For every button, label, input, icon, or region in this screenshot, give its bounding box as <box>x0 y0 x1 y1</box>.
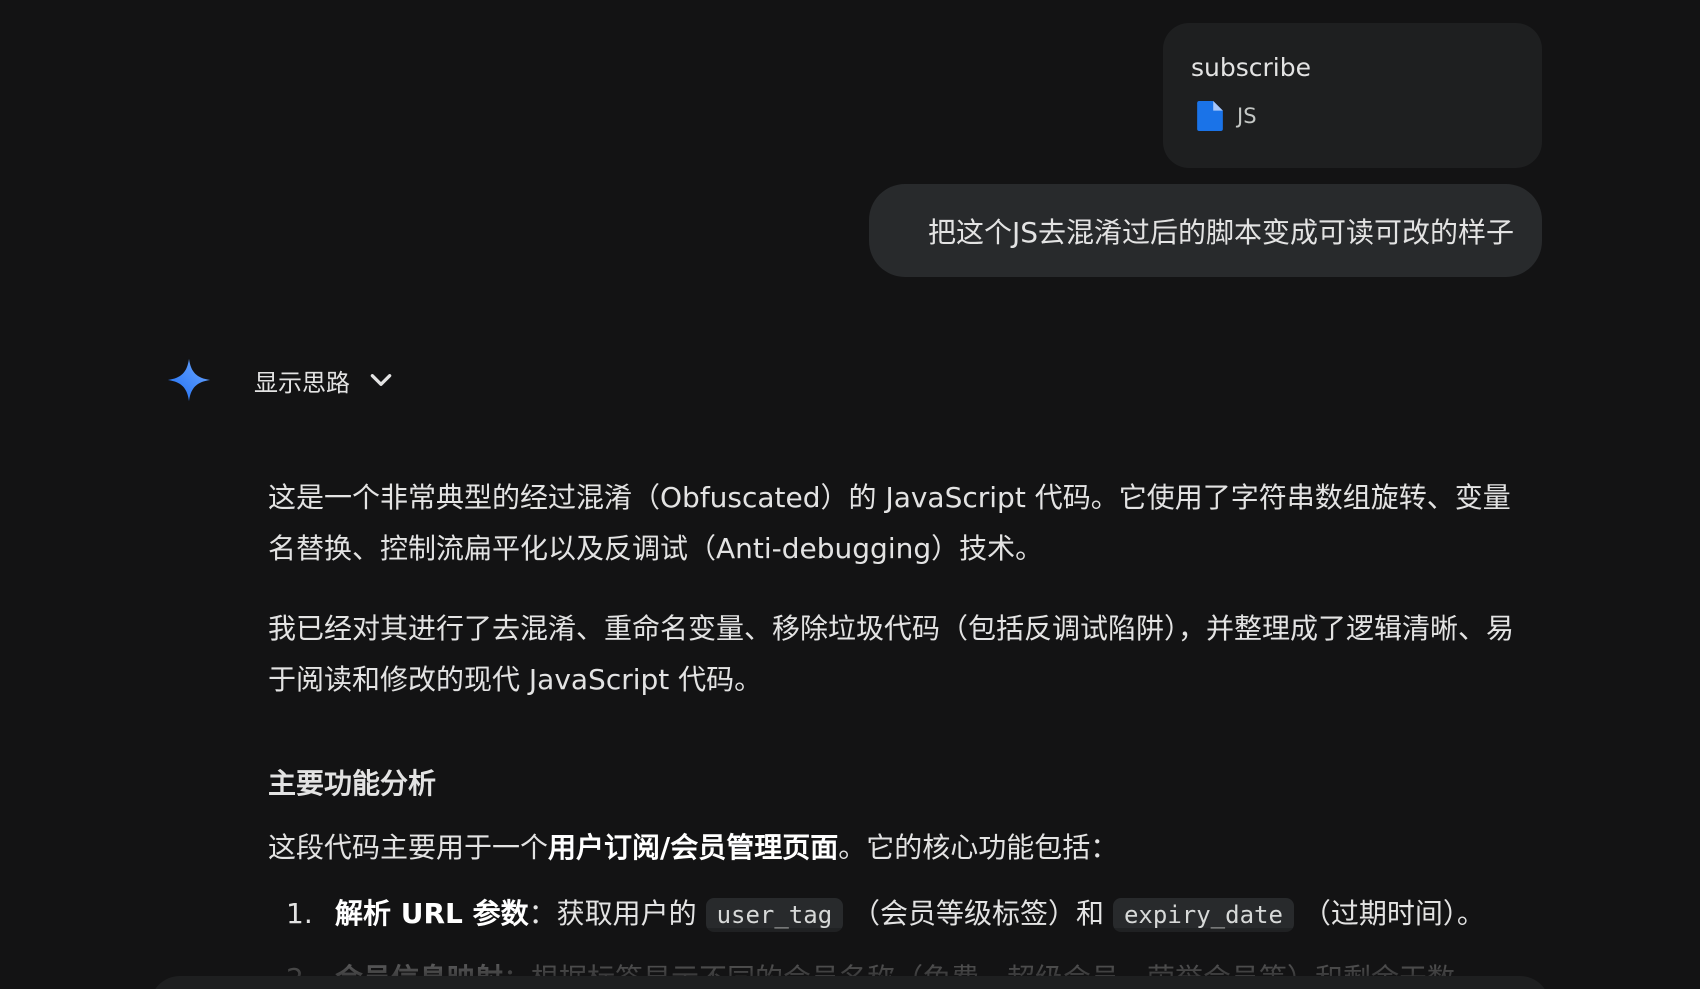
response-paragraph: 我已经对其进行了去混淆、重命名变量、移除垃圾代码（包括反调试陷阱），并整理成了逻… <box>268 612 1515 696</box>
file-icon <box>1197 101 1223 131</box>
attachment-name: subscribe <box>1191 53 1311 82</box>
input-box-edge <box>150 976 1550 989</box>
list-item-text: 解析 URL 参数：获取用户的 user_tag （会员等级标签）和 expir… <box>335 897 1485 932</box>
attachment-type: JS <box>1237 104 1257 128</box>
chat-page: subscribe JS 把这个JS去混淆过后的脚本变成可读可改的样子 显示思路… <box>0 0 1700 989</box>
section-intro: 这段代码主要用于一个用户订阅/会员管理页面。它的核心功能包括： <box>268 831 1119 864</box>
inline-code: user_tag <box>705 898 844 932</box>
user-message-bubble: 把这个JS去混淆过后的脚本变成可读可改的样子 <box>869 184 1542 277</box>
model-response: 这是一个非常典型的经过混淆（Obfuscated）的 JavaScript 代码… <box>268 472 1528 989</box>
spark-icon <box>167 358 211 402</box>
show-thinking-toggle[interactable]: 显示思路 <box>254 360 394 400</box>
inline-code: expiry_date <box>1112 898 1294 932</box>
feature-list: 1. 解析 URL 参数：获取用户的 user_tag （会员等级标签）和 ex… <box>268 889 1528 989</box>
list-item: 1. 解析 URL 参数：获取用户的 user_tag （会员等级标签）和 ex… <box>268 889 1528 940</box>
section-title: 主要功能分析 <box>268 767 437 800</box>
show-thinking-label: 显示思路 <box>254 368 350 397</box>
response-paragraph: 这是一个非常典型的经过混淆（Obfuscated）的 JavaScript 代码… <box>268 481 1511 565</box>
chevron-down-icon <box>370 374 392 386</box>
attachment-card[interactable]: subscribe JS <box>1163 23 1542 168</box>
attachment-type-row: JS <box>1191 99 1514 133</box>
user-message-text: 把这个JS去混淆过后的脚本变成可读可改的样子 <box>927 215 1514 249</box>
